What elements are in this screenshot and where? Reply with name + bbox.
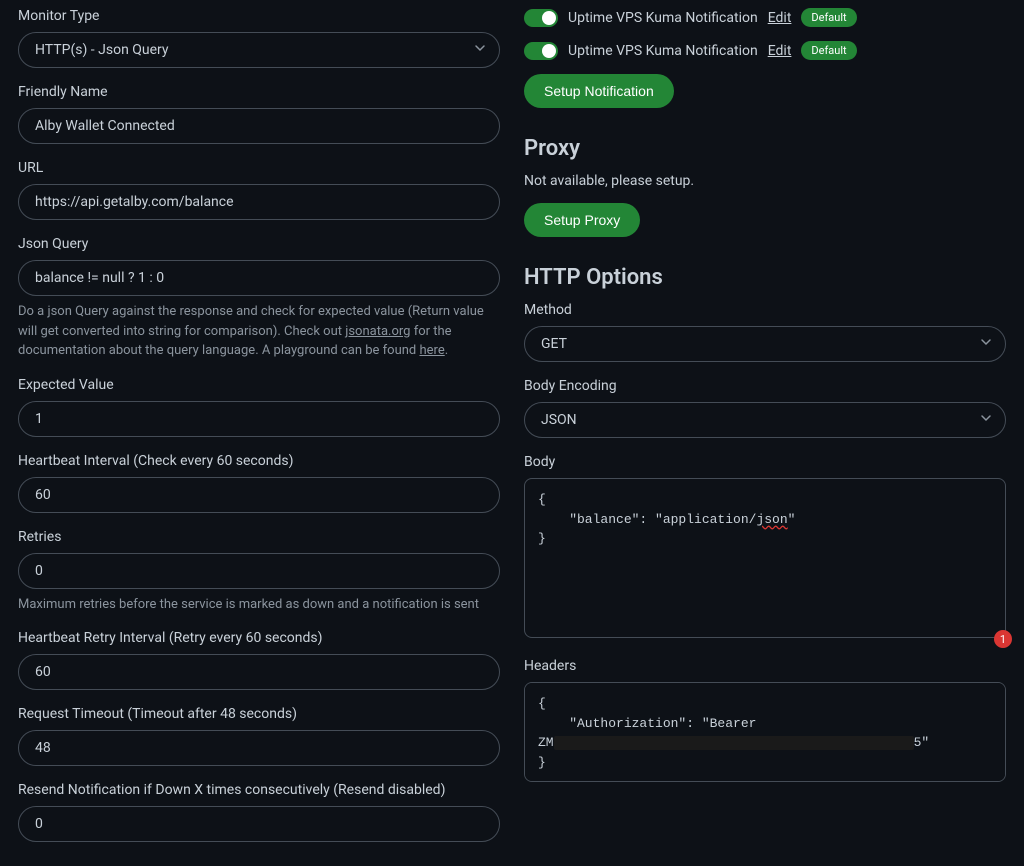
resend-field: Resend Notification if Down X times cons…	[18, 782, 500, 842]
json-query-help: Do a json Query against the response and…	[18, 302, 500, 361]
request-timeout-label: Request Timeout (Timeout after 48 second…	[18, 706, 500, 722]
headers-field: Headers { "Authorization": "Bearer ZM5" …	[524, 658, 1006, 786]
url-input[interactable]	[18, 184, 500, 220]
retry-interval-input[interactable]	[18, 654, 500, 690]
body-field: Body { "balance": "application/json" } 1	[524, 454, 1006, 642]
retries-field: Retries Maximum retries before the servi…	[18, 529, 500, 615]
json-query-field: Json Query Do a json Query against the r…	[18, 236, 500, 361]
proxy-heading: Proxy	[524, 136, 1006, 161]
retries-input[interactable]	[18, 553, 500, 589]
notification-label: Uptime VPS Kuma Notification	[568, 10, 758, 26]
notification-row: Uptime VPS Kuma Notification Edit Defaul…	[524, 41, 1006, 60]
method-label: Method	[524, 302, 1006, 318]
retries-label: Retries	[18, 529, 500, 545]
edit-link[interactable]: Edit	[768, 10, 792, 26]
retries-help: Maximum retries before the service is ma…	[18, 595, 500, 615]
request-timeout-field: Request Timeout (Timeout after 48 second…	[18, 706, 500, 766]
body-encoding-field: Body Encoding JSON	[524, 378, 1006, 438]
expected-value-field: Expected Value	[18, 377, 500, 437]
body-encoding-label: Body Encoding	[524, 378, 1006, 394]
heartbeat-interval-input[interactable]	[18, 477, 500, 513]
resend-input[interactable]	[18, 806, 500, 842]
retry-interval-label: Heartbeat Retry Interval (Retry every 60…	[18, 630, 500, 646]
setup-proxy-button[interactable]: Setup Proxy	[524, 203, 640, 237]
notification-toggle[interactable]	[524, 42, 558, 60]
json-query-input[interactable]	[18, 260, 500, 296]
friendly-name-label: Friendly Name	[18, 84, 500, 100]
friendly-name-field: Friendly Name	[18, 84, 500, 144]
monitor-type-label: Monitor Type	[18, 8, 500, 24]
monitor-type-select[interactable]: HTTP(s) - Json Query	[18, 32, 500, 68]
form-right-column: Uptime VPS Kuma Notification Edit Defaul…	[524, 8, 1006, 858]
body-textarea[interactable]	[524, 478, 1006, 638]
json-query-label: Json Query	[18, 236, 500, 252]
notification-row: Uptime VPS Kuma Notification Edit Defaul…	[524, 8, 1006, 27]
playground-link[interactable]: here	[419, 343, 444, 358]
http-options-heading: HTTP Options	[524, 265, 1006, 290]
resend-label: Resend Notification if Down X times cons…	[18, 782, 500, 798]
proxy-status: Not available, please setup.	[524, 173, 1006, 189]
method-field: Method GET	[524, 302, 1006, 362]
body-encoding-select[interactable]: JSON	[524, 402, 1006, 438]
heartbeat-interval-label: Heartbeat Interval (Check every 60 secon…	[18, 453, 500, 469]
form-left-column: Monitor Type HTTP(s) - Json Query Friend…	[18, 8, 500, 858]
heartbeat-interval-field: Heartbeat Interval (Check every 60 secon…	[18, 453, 500, 513]
setup-notification-button[interactable]: Setup Notification	[524, 74, 674, 108]
method-select[interactable]: GET	[524, 326, 1006, 362]
url-label: URL	[18, 160, 500, 176]
expected-value-label: Expected Value	[18, 377, 500, 393]
request-timeout-input[interactable]	[18, 730, 500, 766]
body-label: Body	[524, 454, 1006, 470]
error-count-badge: 1	[994, 630, 1012, 648]
notification-toggle[interactable]	[524, 9, 558, 27]
edit-link[interactable]: Edit	[768, 43, 792, 59]
headers-label: Headers	[524, 658, 1006, 674]
help-text: .	[445, 343, 448, 358]
default-badge: Default	[801, 8, 856, 27]
monitor-type-field: Monitor Type HTTP(s) - Json Query	[18, 8, 500, 68]
headers-textarea[interactable]	[524, 682, 1006, 782]
retry-interval-field: Heartbeat Retry Interval (Retry every 60…	[18, 630, 500, 690]
url-field: URL	[18, 160, 500, 220]
expected-value-input[interactable]	[18, 401, 500, 437]
notification-label: Uptime VPS Kuma Notification	[568, 43, 758, 59]
jsonata-link[interactable]: jsonata.org	[345, 324, 410, 339]
friendly-name-input[interactable]	[18, 108, 500, 144]
default-badge: Default	[801, 41, 856, 60]
